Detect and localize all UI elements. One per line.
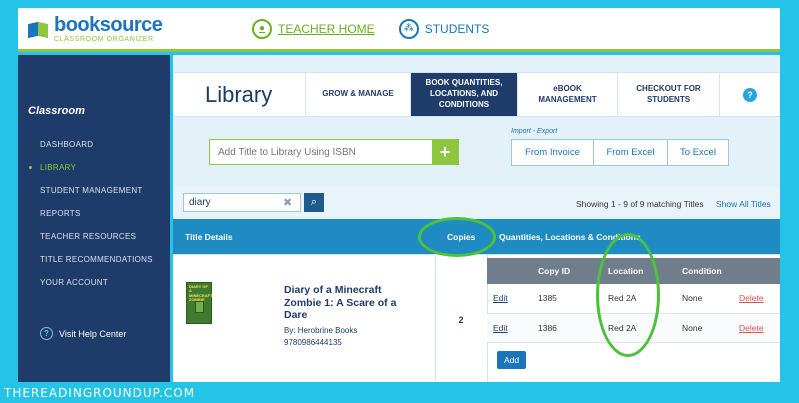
copies-col-actions	[733, 258, 780, 284]
copy-condition: None	[676, 284, 733, 314]
nav-teacher-home[interactable]: ● TEACHER HOME	[252, 18, 375, 39]
top-header: booksource CLASSROOM ORGANIZER ● TEACHER…	[18, 8, 780, 52]
copies-count: 2	[458, 315, 464, 325]
search-row: diary ✖ ⌕ Showing 1 - 9 of 9 matching Ti…	[173, 187, 780, 218]
delete-copy-link[interactable]: Delete	[739, 323, 764, 333]
sidebar-item-your-account[interactable]: YOUR ACCOUNT	[18, 271, 170, 294]
question-icon: ?	[743, 87, 757, 102]
help-center-label: Visit Help Center	[59, 328, 127, 339]
logo-subtitle: CLASSROOM ORGANIZER	[54, 35, 154, 43]
from-invoice-button[interactable]: From Invoice	[512, 140, 594, 165]
tabs-help-button[interactable]: ?	[720, 73, 780, 116]
nav-students-label: STUDENTS	[424, 21, 490, 36]
clear-search-icon[interactable]: ✖	[283, 196, 292, 209]
copies-highlight-circle	[418, 217, 496, 257]
booksource-logo[interactable]: booksource CLASSROOM ORGANIZER	[28, 15, 228, 43]
sidebar-item-library[interactable]: LIBRARY	[18, 156, 170, 179]
sidebar: Classroom DASHBOARD LIBRARY STUDENT MANA…	[18, 55, 170, 382]
delete-copy-link[interactable]: Delete	[739, 293, 764, 303]
tab-ebook-management[interactable]: eBOOK MANAGEMENT	[518, 73, 618, 116]
site-watermark: THEREADINGROUNDUP.COM	[4, 386, 196, 400]
sidebar-item-dashboard[interactable]: DASHBOARD	[18, 133, 170, 156]
library-tabs: Library GROW & MANAGE BOOK QUANTITIES, L…	[173, 72, 780, 117]
book-cover-text: DIARY OF A MINECRAFT ZOMBIE	[189, 284, 213, 303]
to-excel-button[interactable]: To Excel	[668, 140, 728, 165]
people-icon: ⁂	[398, 18, 419, 39]
edit-copy-link[interactable]: Edit	[493, 323, 508, 333]
tab-checkout-students[interactable]: CHECKOUT FOR STUDENTS	[618, 73, 720, 116]
sidebar-menu: DASHBOARD LIBRARY STUDENT MANAGEMENT REP…	[18, 133, 170, 294]
copy-id: 1386	[532, 313, 602, 343]
copies-col-condition: Condition	[676, 258, 733, 284]
table-row: DIARY OF A MINECRAFT ZOMBIE Diary of a M…	[173, 254, 780, 382]
nav-students[interactable]: ⁂ STUDENTS	[398, 18, 490, 39]
sidebar-item-teacher-resources[interactable]: TEACHER RESOURCES	[18, 225, 170, 248]
help-icon: ?	[40, 327, 53, 340]
book-title[interactable]: Diary of a Minecraft Zombie 1: A Scare o…	[284, 284, 414, 322]
add-copy-button[interactable]: Add	[497, 351, 526, 369]
isbn-add-box: +	[209, 139, 459, 165]
isbn-add-button[interactable]: +	[432, 140, 458, 164]
show-all-titles-link[interactable]: Show All Titles	[716, 199, 771, 209]
book-isbn: 9780986444135	[284, 338, 342, 347]
help-center-link[interactable]: ? Visit Help Center	[40, 327, 126, 340]
book-cover[interactable]: DIARY OF A MINECRAFT ZOMBIE	[186, 282, 213, 324]
search-icon: ⌕	[310, 196, 318, 208]
book-author: By: Herobrine Books	[284, 326, 358, 335]
tab-book-quantities[interactable]: BOOK QUANTITIES, LOCATIONS, AND CONDITIO…	[411, 73, 518, 116]
page-title: Library	[173, 73, 306, 116]
search-button[interactable]: ⌕	[304, 193, 324, 212]
sidebar-item-title-recommendations[interactable]: TITLE RECOMMENDATIONS	[18, 248, 170, 271]
copy-condition: None	[676, 313, 733, 343]
sidebar-title: Classroom	[28, 105, 85, 117]
copies-col-copy-id: Copy ID	[532, 258, 602, 284]
apple-icon: ●	[252, 18, 272, 39]
copy-id: 1385	[532, 284, 602, 314]
import-export-buttons: From Invoice From Excel To Excel	[511, 139, 729, 166]
logo-name: booksource	[54, 13, 163, 36]
main-content: Library GROW & MANAGE BOOK QUANTITIES, L…	[173, 55, 780, 382]
tab-grow-manage[interactable]: GROW & MANAGE	[306, 73, 411, 116]
header-title-details: Title Details	[185, 232, 233, 242]
sidebar-item-reports[interactable]: REPORTS	[18, 202, 170, 225]
edit-copy-link[interactable]: Edit	[493, 293, 508, 303]
import-export-label: Import - Export	[511, 128, 558, 135]
copies-col-blank	[487, 258, 532, 284]
results-count: Showing 1 - 9 of 9 matching Titles	[576, 199, 704, 209]
book-logo-icon	[28, 19, 50, 39]
isbn-input[interactable]	[210, 140, 432, 164]
nav-teacher-home-label: TEACHER HOME	[278, 21, 375, 36]
from-excel-button[interactable]: From Excel	[594, 140, 668, 165]
sidebar-item-student-management[interactable]: STUDENT MANAGEMENT	[18, 179, 170, 202]
location-highlight-circle	[596, 233, 660, 357]
